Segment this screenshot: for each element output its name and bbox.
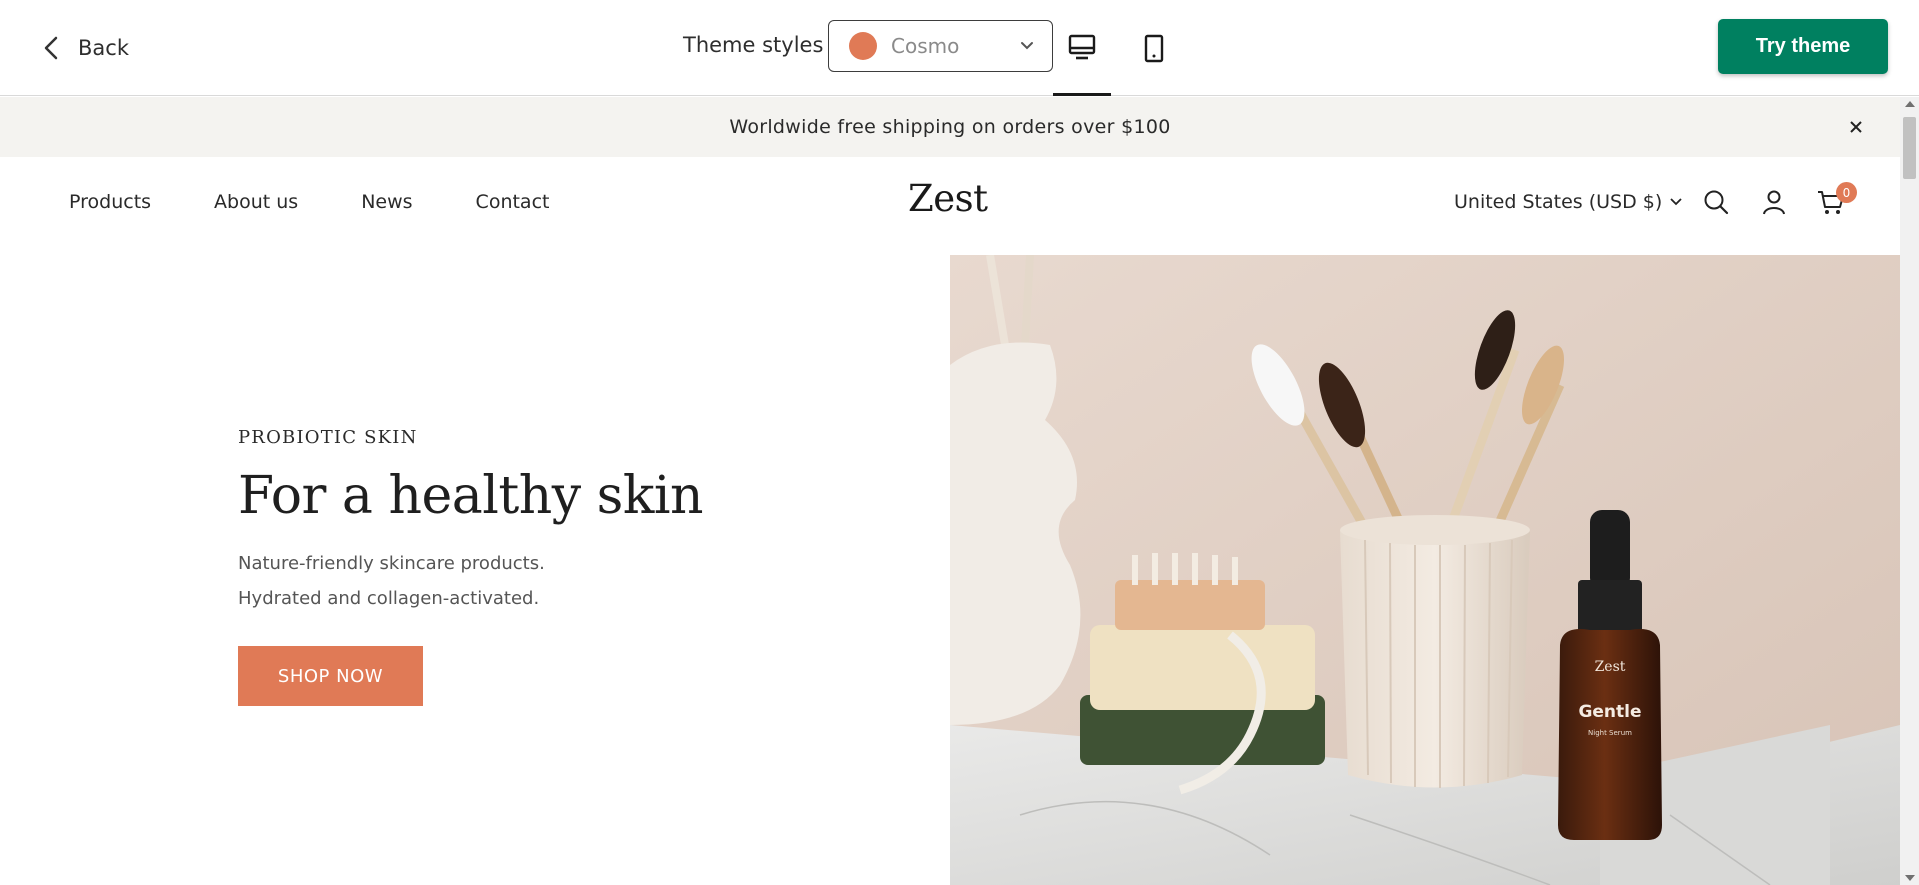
try-theme-button[interactable]: Try theme (1718, 19, 1888, 74)
mobile-icon (1144, 34, 1164, 63)
bottle-brand-text: Zest (1595, 659, 1626, 675)
nav-about-us[interactable]: About us (214, 191, 298, 213)
main-nav: Products About us News Contact (69, 191, 612, 213)
hero-subtext-line-2: Hydrated and collagen-activated. (238, 588, 540, 609)
cart-count-badge: 0 (1836, 182, 1857, 203)
theme-style-select[interactable]: Cosmo (828, 20, 1053, 72)
announcement-bar: Worldwide free shipping on orders over $… (0, 97, 1900, 157)
bottle-name-text: Gentle (1578, 702, 1641, 722)
scroll-up-icon[interactable] (1905, 101, 1915, 107)
hero-eyebrow: PROBIOTIC SKIN (238, 427, 418, 448)
chevron-down-icon (1021, 42, 1033, 50)
mobile-view-button[interactable] (1125, 20, 1183, 76)
currency-label: United States (USD $) (1454, 191, 1663, 213)
store-header: Products About us News Contact Zest Unit… (0, 157, 1900, 255)
hero-subtext: Nature-friendly skincare products. Hydra… (238, 546, 838, 616)
scroll-down-icon[interactable] (1905, 875, 1915, 881)
nav-products[interactable]: Products (69, 191, 151, 213)
hero-subtext-line-1: Nature-friendly skincare products. (238, 553, 545, 574)
chevron-down-icon (1670, 198, 1682, 206)
nav-contact[interactable]: Contact (476, 191, 550, 213)
store-preview: Worldwide free shipping on orders over $… (0, 97, 1900, 885)
bottle-sub-text: Night Serum (1588, 729, 1632, 737)
desktop-view-button[interactable] (1053, 20, 1111, 96)
close-icon[interactable] (1848, 119, 1864, 135)
shop-now-button[interactable]: SHOP NOW (238, 646, 423, 706)
back-button[interactable]: Back (40, 30, 129, 66)
page-scrollbar[interactable] (1900, 97, 1919, 885)
currency-selector[interactable]: United States (USD $) (1454, 191, 1682, 213)
theme-styles-label: Theme styles (683, 33, 824, 57)
account-icon[interactable] (1759, 187, 1789, 217)
bathroom-products-photo: Zest Gentle Night Serum (950, 255, 1900, 885)
chevron-left-icon (44, 36, 58, 60)
nav-news[interactable]: News (361, 191, 412, 213)
search-icon[interactable] (1701, 187, 1731, 217)
hero-headline: For a healthy skin (238, 466, 703, 526)
style-swatch (849, 32, 877, 60)
back-label: Back (78, 36, 129, 60)
theme-preview-toolbar: Back Theme styles Cosmo Try theme (0, 0, 1919, 96)
scroll-thumb[interactable] (1903, 117, 1916, 179)
desktop-icon (1068, 34, 1096, 59)
store-logo[interactable]: Zest (908, 177, 988, 220)
hero-copy: PROBIOTIC SKIN For a healthy skin Nature… (238, 427, 838, 706)
announcement-text: Worldwide free shipping on orders over $… (729, 116, 1171, 138)
theme-style-value: Cosmo (891, 34, 960, 58)
hero-image: Zest Gentle Night Serum (950, 255, 1900, 885)
